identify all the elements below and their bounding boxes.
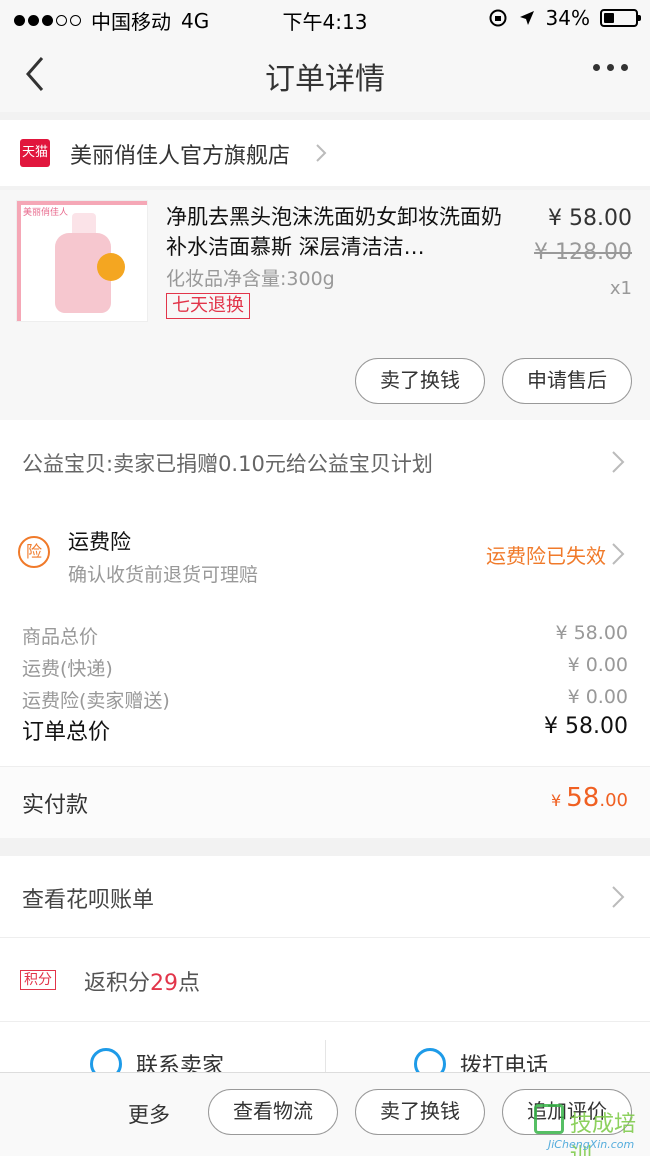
nav-bar: 订单详情 (0, 36, 650, 112)
product-image-brand: 美丽俏佳人 (23, 208, 69, 218)
insurance-title: 运费险 (68, 530, 131, 554)
product-original-price: ¥ 128.00 (534, 240, 632, 265)
points-badge: 积分 (20, 970, 56, 990)
phone-icon (414, 1048, 446, 1074)
product-spec: 化妆品净含量:300g (166, 268, 335, 290)
watermark-box-icon (534, 1104, 564, 1134)
order-total-row: 订单总价 ¥ 58.00 (22, 714, 628, 746)
paid-amount-row: 实付款 ¥ 58.00 (0, 766, 650, 838)
summary-value: ¥ 58.00 (555, 622, 628, 644)
summary-label: 商品总价 (22, 626, 99, 648)
watermark-en: JiChengXin.com (548, 1138, 635, 1151)
chevron-right-icon (612, 886, 625, 908)
insurance-icon: 险 (18, 536, 50, 568)
huabei-text: 查看花呗账单 (22, 888, 155, 913)
sell-for-cash-button[interactable]: 卖了换钱 (355, 358, 485, 404)
more-link[interactable]: 更多 (128, 1099, 170, 1129)
charity-text: 公益宝贝:卖家已捐赠0.10元给公益宝贝计划 (22, 452, 433, 476)
shop-row[interactable]: 天猫 美丽俏佳人官方旗舰店 (0, 120, 650, 186)
product-image[interactable]: 美丽俏佳人 (16, 200, 148, 322)
product-item[interactable]: 美丽俏佳人 净肌去黑头泡沫洗面奶女卸妆洗面奶 补水洁面慕斯 深层清洁洁… 化妆品… (0, 190, 650, 420)
chevron-right-icon (612, 451, 625, 473)
insurance-status: 运费险已失效 (486, 544, 606, 568)
product-quantity: x1 (609, 278, 632, 299)
call-phone-button[interactable]: 拨打电话 (414, 1048, 548, 1074)
summary-row: 商品总价 ¥ 58.00 (22, 622, 628, 649)
battery-percent: 34% (545, 6, 590, 30)
status-bar: 中国移动 4G 下午4:13 34% (0, 0, 650, 36)
points-suffix: 点 (178, 971, 201, 996)
apply-aftersale-button[interactable]: 申请售后 (502, 358, 632, 404)
status-right: 34% (488, 6, 641, 30)
more-options-icon[interactable] (593, 64, 628, 71)
contact-seller-button[interactable]: 联系卖家 (90, 1048, 224, 1074)
return-policy-badge: 七天退换 (166, 293, 250, 319)
watermark-logo: 技成培训 JiChengXin.com (534, 1104, 644, 1156)
summary-label: 运费(快递) (22, 658, 113, 680)
huabei-bill-row[interactable]: 查看花呗账单 (0, 856, 650, 938)
summary-value: ¥ 0.00 (567, 654, 628, 676)
insurance-subtitle: 确认收货前退货可理赔 (68, 564, 259, 586)
page-title: 订单详情 (265, 62, 385, 97)
location-arrow-icon (519, 11, 534, 25)
summary-row: 运费险(卖家赠送) ¥ 0.00 (22, 686, 628, 713)
shop-name[interactable]: 美丽俏佳人官方旗舰店 (70, 138, 290, 170)
rotation-lock-icon (489, 9, 507, 27)
call-phone-label: 拨打电话 (460, 1054, 549, 1074)
product-price: ¥ 58.00 (548, 206, 632, 231)
points-text: 返积分29点 (84, 965, 200, 997)
paid-integer: 58 (566, 783, 600, 813)
paid-decimal: .00 (599, 790, 628, 811)
product-title[interactable]: 净肌去黑头泡沫洗面奶女卸妆洗面奶 补水洁面慕斯 深层清洁洁… (166, 202, 506, 262)
paid-label: 实付款 (22, 793, 89, 818)
contact-seller-label: 联系卖家 (136, 1054, 225, 1074)
chevron-right-icon (612, 543, 625, 565)
paid-currency: ¥ (550, 791, 562, 810)
summary-row: 运费(快递) ¥ 0.00 (22, 654, 628, 681)
chat-icon (90, 1048, 122, 1074)
shipping-insurance-row[interactable]: 险 运费险 确认收货前退货可理赔 运费险已失效 (0, 504, 650, 600)
points-prefix: 返积分 (84, 971, 151, 996)
battery-icon (600, 9, 641, 27)
paid-amount: ¥ 58.00 (551, 783, 628, 813)
charity-row[interactable]: 公益宝贝:卖家已捐赠0.10元给公益宝贝计划 (0, 420, 650, 504)
sell-for-cash-bottom-button[interactable]: 卖了换钱 (355, 1089, 485, 1135)
summary-value: ¥ 0.00 (567, 686, 628, 708)
tmall-logo: 天猫 (20, 139, 50, 167)
divider (325, 1040, 326, 1074)
order-total-value: ¥ 58.00 (544, 714, 628, 739)
summary-label: 运费险(卖家赠送) (22, 690, 170, 712)
view-logistics-button[interactable]: 查看物流 (208, 1089, 338, 1135)
points-row: 积分 返积分29点 (0, 938, 650, 1022)
price-summary: 商品总价 ¥ 58.00 运费(快递) ¥ 0.00 运费险(卖家赠送) ¥ 0… (0, 600, 650, 766)
points-count: 29 (150, 971, 179, 996)
order-total-label: 订单总价 (22, 720, 111, 745)
chevron-right-icon (316, 144, 327, 162)
contact-row: 联系卖家 拨打电话 (0, 1022, 650, 1074)
